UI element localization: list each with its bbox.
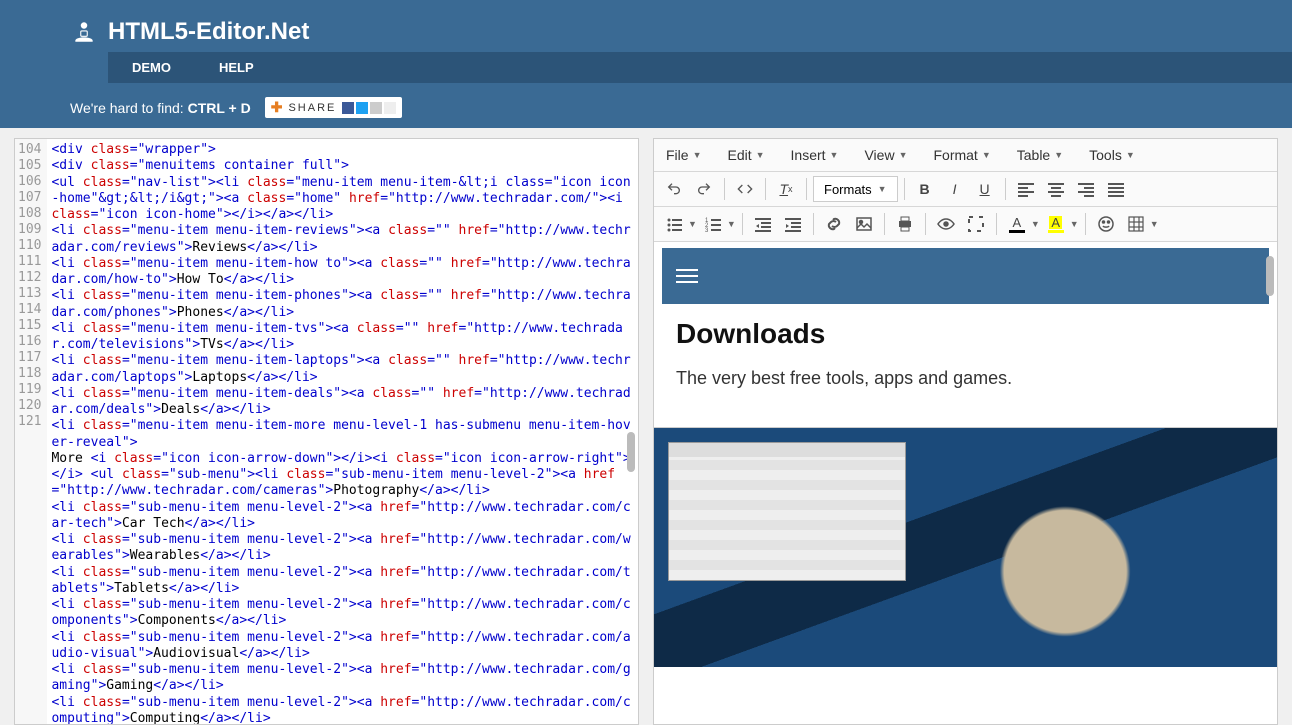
fullscreen-button[interactable] [962, 211, 990, 237]
hamburger-icon[interactable] [676, 269, 698, 283]
bookmark-hint-shortcut: CTRL + D [188, 100, 251, 116]
image-button[interactable] [850, 211, 878, 237]
menu-file[interactable]: File▼ [666, 147, 701, 163]
menu-format[interactable]: Format▼ [933, 147, 990, 163]
outdent-button[interactable] [749, 211, 777, 237]
facebook-icon [342, 102, 354, 114]
align-right-button[interactable] [1072, 176, 1100, 202]
menu-insert[interactable]: Insert▼ [791, 147, 839, 163]
indent-button[interactable] [779, 211, 807, 237]
number-list-button[interactable]: 123 [699, 211, 727, 237]
preview-scrollbar-thumb[interactable] [1266, 256, 1274, 296]
svg-text:3: 3 [705, 228, 709, 232]
link-button[interactable] [820, 211, 848, 237]
preview-image [654, 427, 1277, 667]
align-justify-button[interactable] [1102, 176, 1130, 202]
source-code-button[interactable] [731, 176, 759, 202]
code-editor[interactable]: 1041051061071081091101111121131141151161… [15, 139, 638, 724]
code-lines[interactable]: <div class="wrapper"><div class="menuite… [47, 139, 638, 724]
workarea: 1041051061071081091101111121131141151161… [0, 128, 1292, 725]
more-share-icon [384, 102, 396, 114]
preview-button[interactable] [932, 211, 960, 237]
italic-button[interactable]: I [941, 176, 969, 202]
nav-help[interactable]: HELP [195, 52, 278, 83]
text-color-button[interactable]: A [1003, 211, 1031, 237]
formats-dropdown[interactable]: Formats▼ [813, 176, 898, 202]
site-header: HTML5-Editor.Net DEMO HELP We're hard to… [0, 0, 1292, 128]
share-button-label: SHARE [288, 102, 336, 114]
underline-button[interactable]: U [971, 176, 999, 202]
preview-subheading: The very best free tools, apps and games… [676, 368, 1255, 389]
editor-menubar: File▼ Edit▼ Insert▼ View▼ Format▼ Table▼… [654, 139, 1277, 172]
preview-topbar [662, 248, 1269, 304]
bullet-list-button[interactable] [660, 211, 688, 237]
code-scrollbar-thumb[interactable] [627, 432, 635, 472]
toolbar-row-2: ▼ 123▼ A▼ A▼ ▼ [654, 207, 1277, 242]
plus-icon: ✚ [271, 99, 283, 116]
source-code-panel: 1041051061071081091101111121131141151161… [14, 138, 639, 725]
menu-table[interactable]: Table▼ [1017, 147, 1063, 163]
toolbar-row-1: Tx Formats▼ B I U [654, 172, 1277, 207]
menu-tools[interactable]: Tools▼ [1089, 147, 1135, 163]
redo-button[interactable] [690, 176, 718, 202]
table-button[interactable] [1122, 211, 1150, 237]
nav-demo[interactable]: DEMO [108, 52, 195, 83]
mail-icon [370, 102, 382, 114]
undo-button[interactable] [660, 176, 688, 202]
menu-view[interactable]: View▼ [864, 147, 907, 163]
line-gutter: 1041051061071081091101111121131141151161… [15, 139, 47, 724]
menu-edit[interactable]: Edit▼ [727, 147, 764, 163]
twitter-icon [356, 102, 368, 114]
align-left-button[interactable] [1012, 176, 1040, 202]
bookmark-hint-prefix: We're hard to find: [70, 100, 188, 116]
preview-heading: Downloads [676, 318, 1255, 350]
align-center-button[interactable] [1042, 176, 1070, 202]
bold-button[interactable]: B [911, 176, 939, 202]
share-button[interactable]: ✚ SHARE [265, 97, 403, 118]
logo-icon [70, 18, 98, 46]
print-button[interactable] [891, 211, 919, 237]
site-title: HTML5-Editor.Net [108, 18, 309, 46]
clear-format-button[interactable]: Tx [772, 176, 800, 202]
preview-area[interactable]: Downloads The very best free tools, apps… [654, 242, 1277, 724]
emoticon-button[interactable] [1092, 211, 1120, 237]
wysiwyg-panel: File▼ Edit▼ Insert▼ View▼ Format▼ Table▼… [653, 138, 1278, 725]
background-color-button[interactable]: A [1042, 211, 1070, 237]
